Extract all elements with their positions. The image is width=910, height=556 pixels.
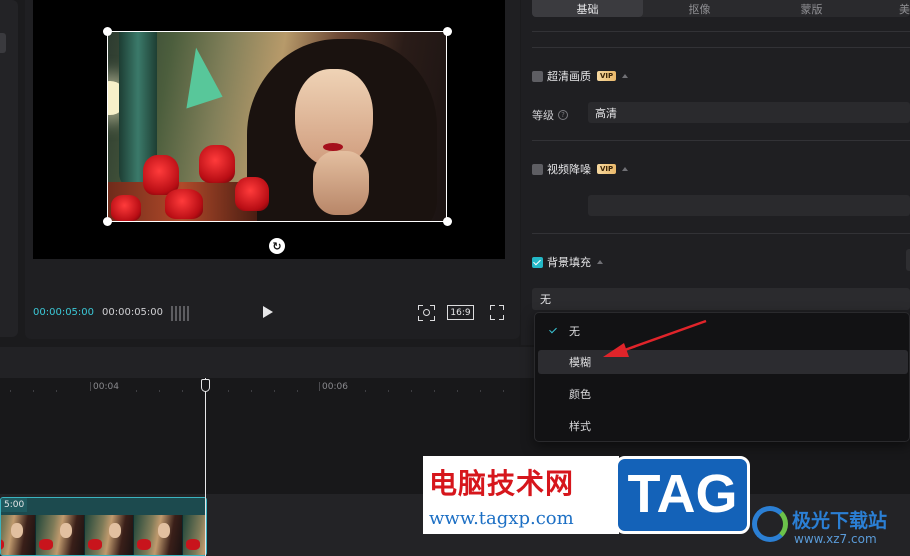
- tab-basic[interactable]: 基础: [532, 0, 643, 17]
- noise-section: 视频降噪 VIP: [532, 161, 629, 177]
- help-icon[interactable]: ?: [558, 110, 568, 120]
- collapse-caret-icon[interactable]: [622, 167, 629, 171]
- properties-panel: 基础 抠像 蒙版 美 超清画质 VIP 等级 ? 高清 视频降噪 VIP 背景填…: [521, 0, 910, 345]
- fullscreen-icon[interactable]: [490, 305, 504, 320]
- editor-window: ↻ 00:00:05:00 00:00:05:00 16:9 基础 抠像 蒙版 …: [0, 0, 910, 556]
- collapse-caret-icon[interactable]: [622, 74, 629, 78]
- bg-fill-select[interactable]: 无: [532, 288, 910, 310]
- player-controls: 00:00:05:00 00:00:05:00 16:9: [25, 259, 520, 339]
- dropdown-option-blur[interactable]: 模糊: [538, 350, 908, 374]
- ruler-tick: [319, 382, 320, 391]
- collapse-caret-icon[interactable]: [597, 260, 603, 264]
- divider: [532, 47, 910, 48]
- dropdown-option-style[interactable]: 样式: [538, 414, 908, 438]
- bg-fill-apply-button[interactable]: [906, 249, 910, 271]
- preview-player: ↻ 00:00:05:00 00:00:05:00 16:9: [25, 0, 520, 339]
- super-quality-label: 超清画质: [547, 70, 591, 83]
- bg-fill-section: 背景填充: [532, 254, 603, 270]
- total-time: 00:00:05:00: [102, 307, 164, 318]
- level-select[interactable]: 高清: [588, 102, 910, 123]
- tab-mask[interactable]: 蒙版: [756, 0, 867, 17]
- resize-handle-tr[interactable]: [443, 27, 452, 36]
- option-label: 颜色: [569, 388, 591, 401]
- resize-handle-tl[interactable]: [103, 27, 112, 36]
- ruler-tick: [90, 382, 91, 391]
- preview-canvas: ↻: [33, 0, 505, 259]
- play-icon[interactable]: [263, 306, 273, 318]
- panel-collapse-handle[interactable]: [0, 33, 6, 53]
- noise-level-select-disabled: [588, 195, 910, 216]
- video-clip[interactable]: 5:00: [0, 497, 207, 556]
- watermark-tag-logo: TAG: [615, 456, 750, 534]
- media-panel-edge: [0, 0, 18, 337]
- bg-fill-label: 背景填充: [547, 256, 591, 269]
- noise-checkbox[interactable]: [532, 163, 543, 175]
- watermark2-url: www.xz7.com: [794, 532, 877, 546]
- resize-handle-br[interactable]: [443, 217, 452, 226]
- super-quality-checkbox[interactable]: [532, 70, 543, 82]
- divider: [532, 233, 910, 234]
- watermark-url: www.tagxp.com: [429, 508, 574, 529]
- fit-view-icon[interactable]: [418, 305, 435, 321]
- tab-cutout[interactable]: 抠像: [644, 0, 755, 17]
- bg-fill-dropdown-menu: 无 模糊 颜色 样式: [534, 312, 910, 442]
- resize-handle-bl[interactable]: [103, 217, 112, 226]
- property-tabs: 基础 抠像 蒙版 美: [532, 0, 910, 17]
- level-label: 等级: [532, 109, 554, 122]
- option-label: 样式: [569, 420, 591, 433]
- selected-check-icon: [549, 325, 557, 334]
- watermark2-title: 极光下载站: [792, 510, 888, 532]
- bg-fill-checkbox[interactable]: [532, 256, 543, 268]
- option-label: 模糊: [569, 356, 591, 369]
- clip-duration-label: 5:00: [1, 498, 28, 512]
- divider: [532, 140, 910, 141]
- option-label: 无: [569, 325, 580, 338]
- watermark-xz7: 极光下载站 www.xz7.com: [752, 500, 910, 556]
- playhead-line: [205, 378, 206, 556]
- rotate-icon[interactable]: ↻: [269, 238, 285, 254]
- timeline-grid-icon[interactable]: [171, 306, 191, 321]
- super-quality-section: 超清画质 VIP: [532, 68, 629, 84]
- current-time: 00:00:05:00: [33, 307, 95, 318]
- playhead-handle[interactable]: [201, 379, 210, 392]
- level-label-row: 等级 ?: [532, 107, 568, 123]
- site-logo-icon: [752, 506, 788, 542]
- divider: [532, 31, 910, 32]
- noise-label: 视频降噪: [547, 163, 591, 176]
- dropdown-option-none[interactable]: 无: [538, 319, 908, 343]
- watermark-tag-text: TAG: [627, 464, 738, 524]
- vip-badge: VIP: [597, 71, 617, 81]
- watermark-title: 电脑技术网: [429, 467, 575, 500]
- ruler-label: 00:04: [93, 382, 119, 392]
- ruler-label: 00:06: [322, 382, 348, 392]
- vip-badge: VIP: [597, 164, 617, 174]
- dropdown-option-color[interactable]: 颜色: [538, 382, 908, 406]
- selection-frame[interactable]: [107, 31, 447, 222]
- tab-beauty[interactable]: 美: [868, 0, 910, 17]
- watermark-tagxp: 电脑技术网 www.tagxp.com TAG: [423, 456, 750, 536]
- aspect-ratio-button[interactable]: 16:9: [447, 305, 474, 320]
